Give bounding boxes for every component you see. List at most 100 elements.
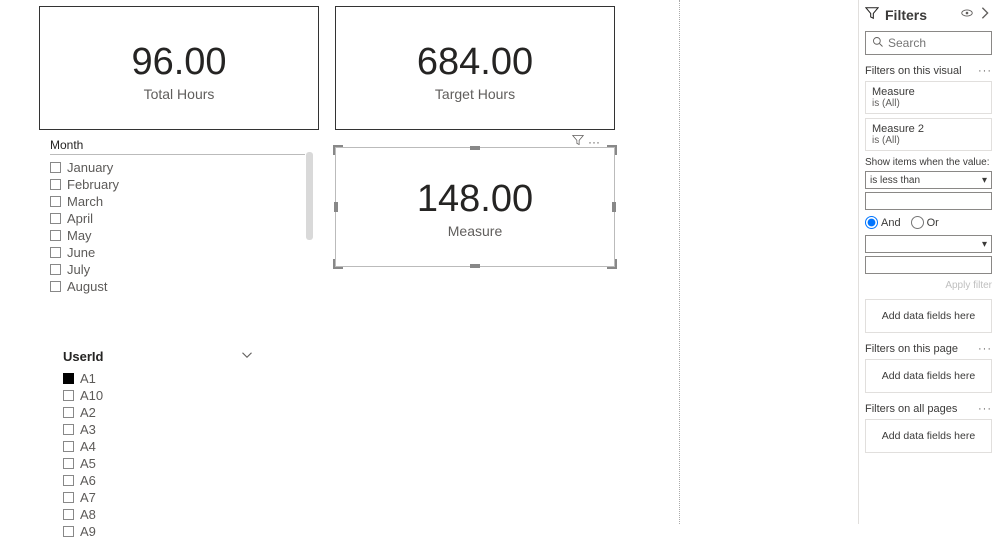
slicer-item[interactable]: A4 — [63, 438, 253, 455]
more-options-icon[interactable]: ··· — [978, 343, 992, 355]
logic-and-radio[interactable]: And — [865, 216, 901, 229]
slicer-userid[interactable]: UserId A1A10A2A3A4A5A6A7A8A9 — [63, 347, 253, 540]
checkbox[interactable] — [63, 475, 74, 486]
slicer-item[interactable]: April — [50, 210, 305, 227]
slicer-item[interactable]: A7 — [63, 489, 253, 506]
slicer-item[interactable]: A8 — [63, 506, 253, 523]
card-total-hours[interactable]: 96.00 Total Hours — [39, 6, 319, 130]
page-filter-dropzone[interactable]: Add data fields here — [865, 359, 992, 393]
slicer-item[interactable]: May — [50, 227, 305, 244]
filter-card-name: Measure 2 — [872, 123, 985, 135]
filter-search-box[interactable] — [865, 31, 992, 55]
slicer-item[interactable]: January — [50, 159, 305, 176]
checkbox[interactable] — [63, 407, 74, 418]
checkbox[interactable] — [50, 213, 61, 224]
slicer-item-label: A6 — [80, 473, 96, 488]
slicer-month-items: January FebruaryMarchApril MayJuneJulyAugu… — [50, 159, 305, 295]
filter-card-measure[interactable]: Measure is (All) — [865, 81, 992, 114]
slicer-item-label: A9 — [80, 524, 96, 539]
condition-value2-input[interactable] — [865, 256, 992, 274]
slicer-item-label: January — [67, 160, 113, 175]
chevron-down-icon[interactable] — [241, 349, 253, 364]
slicer-item[interactable]: June — [50, 244, 305, 261]
slicer-item[interactable]: August — [50, 278, 305, 295]
resize-handle[interactable] — [333, 259, 343, 269]
slicer-item-label: May — [67, 228, 92, 243]
visual-filter-dropzone[interactable]: Add data fields here — [865, 299, 992, 333]
filters-page-section-head: Filters on this page ··· — [865, 343, 992, 355]
condition-operator-dropdown[interactable]: is less than ▾ — [865, 171, 992, 189]
checkbox[interactable] — [63, 441, 74, 452]
slicer-item[interactable]: A2 — [63, 404, 253, 421]
slicer-item-label: April — [67, 211, 93, 226]
search-icon — [872, 36, 884, 51]
checkbox[interactable] — [63, 492, 74, 503]
apply-filter-link[interactable]: Apply filter — [865, 280, 992, 291]
slicer-month-title: Month — [50, 138, 83, 152]
filters-visual-section-head: Filters on this visual ··· — [865, 65, 992, 77]
condition-operator-value: is less than — [870, 175, 920, 186]
total-hours-label: Total Hours — [40, 86, 318, 102]
slicer-item-label: A1 — [80, 371, 96, 386]
filter-card-measure-2[interactable]: Measure 2 is (All) — [865, 118, 992, 151]
filters-pane-title: Filters — [885, 7, 960, 23]
resize-handle[interactable] — [334, 202, 338, 212]
scrollbar-thumb[interactable] — [306, 152, 313, 240]
slicer-item-label: A7 — [80, 490, 96, 505]
resize-handle[interactable] — [607, 145, 617, 155]
more-options-icon[interactable]: ··· — [978, 65, 992, 77]
filter-card-state: is (All) — [872, 135, 985, 146]
slicer-item[interactable]: A9 — [63, 523, 253, 540]
filter-search-input[interactable] — [888, 36, 985, 50]
logic-radios: And Or — [865, 216, 992, 229]
filters-visual-label: Filters on this visual — [865, 65, 962, 77]
checkbox[interactable] — [63, 373, 74, 384]
checkbox[interactable] — [50, 230, 61, 241]
card-measure[interactable]: 148.00 Measure — [335, 147, 615, 267]
resize-handle[interactable] — [470, 146, 480, 150]
checkbox[interactable] — [63, 526, 74, 537]
filter-card-state: is (All) — [872, 98, 985, 109]
slicer-item[interactable]: A10 — [63, 387, 253, 404]
slicer-item-label: A10 — [80, 388, 103, 403]
logic-or-radio[interactable]: Or — [911, 216, 939, 229]
slicer-item[interactable]: A5 — [63, 455, 253, 472]
card-target-hours[interactable]: 684.00 Target Hours — [335, 6, 615, 130]
checkbox[interactable] — [50, 196, 61, 207]
slicer-item[interactable]: A1 — [63, 370, 253, 387]
resize-handle[interactable] — [333, 145, 343, 155]
slicer-item[interactable]: A6 — [63, 472, 253, 489]
checkbox[interactable] — [50, 162, 61, 173]
slicer-item[interactable]: March — [50, 193, 305, 210]
checkbox[interactable] — [63, 458, 74, 469]
checkbox[interactable] — [50, 281, 61, 292]
collapse-icon[interactable] — [978, 6, 992, 23]
resize-handle[interactable] — [470, 264, 480, 268]
filters-page-label: Filters on this page — [865, 343, 958, 355]
measure-value: 148.00 — [336, 178, 614, 221]
condition-operator2-dropdown[interactable]: ▾ — [865, 235, 992, 253]
slicer-item[interactable]: February — [50, 176, 305, 193]
filters-pane-header: Filters — [865, 0, 992, 31]
checkbox[interactable] — [63, 390, 74, 401]
more-options-icon[interactable]: ··· — [978, 403, 992, 415]
resize-handle[interactable] — [607, 259, 617, 269]
resize-handle[interactable] — [612, 202, 616, 212]
target-hours-label: Target Hours — [336, 86, 614, 102]
checkbox[interactable] — [50, 179, 61, 190]
checkbox[interactable] — [50, 247, 61, 258]
checkbox[interactable] — [63, 424, 74, 435]
slicer-item[interactable]: July — [50, 261, 305, 278]
filter-icon — [865, 6, 879, 23]
condition-value-input[interactable] — [865, 192, 992, 210]
filters-pane: Filters Filters on this visual ··· Measu… — [858, 0, 998, 524]
condition-prompt: Show items when the value: — [865, 157, 992, 168]
slicer-item[interactable]: A3 — [63, 421, 253, 438]
checkbox[interactable] — [50, 264, 61, 275]
checkbox[interactable] — [63, 509, 74, 520]
all-pages-filter-dropzone[interactable]: Add data fields here — [865, 419, 992, 453]
more-options-icon[interactable]: ··· — [588, 137, 600, 147]
slicer-item-label: February — [67, 177, 119, 192]
slicer-month[interactable]: Month January FebruaryMarchApril MayJuneJu… — [50, 136, 305, 295]
visibility-icon[interactable] — [960, 6, 974, 23]
